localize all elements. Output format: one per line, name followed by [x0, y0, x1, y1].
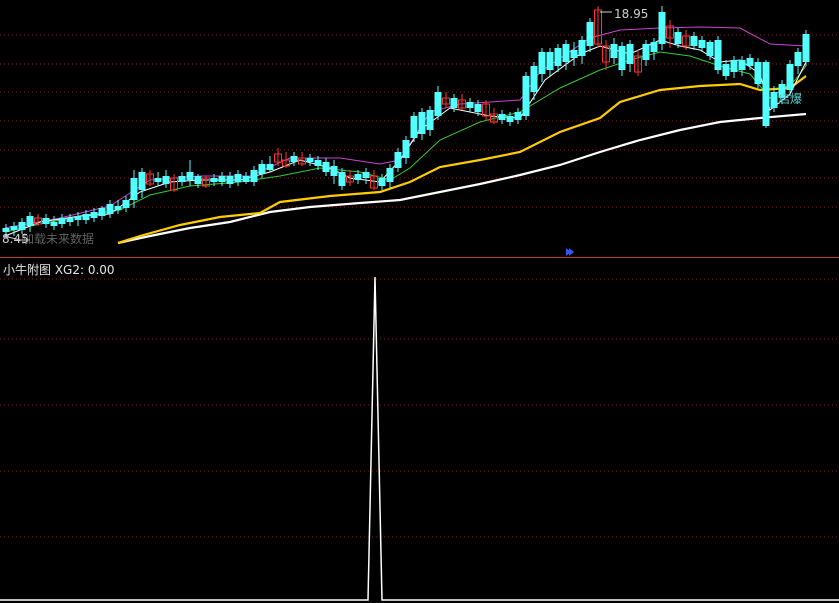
candle-body — [426, 110, 434, 130]
candle-body — [90, 212, 98, 218]
candlestick-chart[interactable]: 加载未来数据 — [0, 0, 839, 258]
candle-body — [530, 66, 538, 92]
candle-body — [554, 48, 562, 66]
candle-body — [618, 46, 626, 70]
candle-body — [802, 34, 810, 62]
candle-body — [242, 176, 250, 182]
candle-body — [714, 40, 722, 70]
candle-body — [210, 178, 218, 182]
candle-body — [378, 178, 386, 186]
candle-body — [586, 22, 594, 46]
candle-body — [18, 222, 26, 230]
candle-body — [98, 208, 106, 216]
candle-body — [522, 76, 530, 116]
indicator-title: 小牛附图 XG2: 0.00 — [3, 263, 115, 277]
candle-body — [330, 166, 338, 176]
candle-body — [658, 12, 666, 44]
sub-chart-panel[interactable]: 小牛附图 XG2: 0.00 — [0, 259, 839, 603]
candle-body — [642, 44, 650, 60]
candle-body — [258, 164, 266, 174]
candle-body — [58, 218, 66, 224]
candle-body — [338, 172, 346, 186]
candle-body — [26, 216, 34, 226]
panel-divider — [0, 257, 839, 258]
candle-body — [82, 214, 90, 220]
candle-body — [10, 226, 18, 230]
xg2-signal-line — [0, 276, 839, 601]
candle-body — [754, 62, 762, 84]
candle-body — [74, 216, 82, 220]
candle-body — [178, 176, 186, 182]
candle-body — [410, 116, 418, 138]
candle-body — [194, 176, 202, 184]
candle-body — [794, 52, 802, 66]
candle-body — [106, 204, 114, 214]
candle-body — [266, 164, 274, 170]
candle-body — [66, 218, 74, 222]
candle-body — [386, 168, 394, 182]
candle-body — [306, 158, 314, 162]
candle-body — [626, 44, 634, 64]
overlay-watermark-text: 加载未来数据 — [22, 231, 94, 246]
candle-body — [394, 152, 402, 168]
candle-body — [538, 52, 546, 74]
candle-body — [290, 156, 298, 162]
candle-body — [314, 160, 322, 166]
candle-body — [674, 32, 682, 44]
candle-body — [698, 40, 706, 48]
scroll-marker-icon[interactable] — [566, 248, 574, 256]
candle-body — [498, 114, 506, 120]
candle-body — [130, 178, 138, 200]
candle-body — [466, 102, 474, 108]
candle-body — [562, 44, 570, 62]
candle-body — [786, 64, 794, 90]
candle-body — [250, 170, 258, 182]
candle-body — [234, 174, 242, 182]
signal-marker-label: 启爆 — [778, 92, 803, 106]
candle-body — [114, 206, 122, 210]
candle-body — [186, 172, 194, 180]
candle-body — [402, 140, 410, 158]
candle-body — [746, 58, 754, 66]
candle-body — [546, 52, 554, 70]
candle-body — [154, 178, 162, 182]
low-price-label: 8.45 — [2, 232, 29, 246]
candle-body — [434, 92, 442, 116]
candle-body — [474, 104, 482, 112]
candle-body — [770, 92, 778, 108]
candle-body — [122, 200, 130, 208]
candle-body — [322, 162, 330, 172]
candle-body — [762, 62, 770, 126]
high-price-label: 18.95 — [614, 7, 649, 21]
candle-body — [690, 36, 698, 46]
candle-body — [722, 64, 730, 76]
candle-body — [450, 98, 458, 108]
candle-body — [514, 112, 522, 120]
candle-body — [226, 176, 234, 184]
candle-body — [738, 60, 746, 70]
candle-body — [418, 112, 426, 134]
candle-body — [578, 40, 586, 56]
candle-body — [162, 176, 170, 184]
candle-body — [50, 222, 58, 226]
candle-body — [730, 60, 738, 72]
indicator-chart[interactable] — [0, 259, 839, 603]
candle-body — [42, 218, 50, 224]
candle-body — [650, 42, 658, 52]
main-chart-panel[interactable]: 加载未来数据 18.95 8.45 启爆 — [0, 0, 839, 258]
candle-body — [362, 172, 370, 178]
candle-body — [506, 116, 514, 122]
candle-body — [610, 44, 618, 58]
candle-body — [570, 50, 578, 58]
candle-body — [218, 176, 226, 182]
candle-body — [138, 172, 146, 190]
candle-body — [706, 42, 714, 56]
candle-body — [354, 174, 362, 180]
